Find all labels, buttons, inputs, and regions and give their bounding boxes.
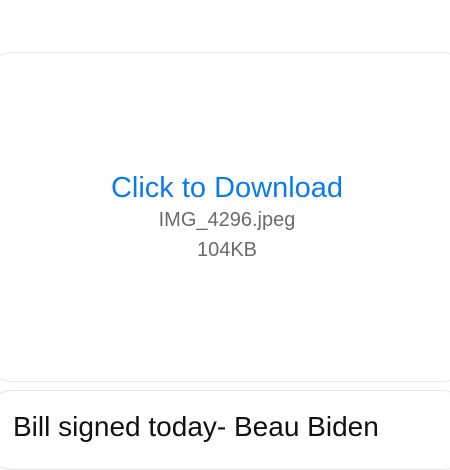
message-bubble: Bill signed today- Beau Biden xyxy=(0,390,450,470)
download-link[interactable]: Click to Download xyxy=(111,171,343,205)
message-text: Bill signed today- Beau Biden xyxy=(13,411,379,442)
attachment-card[interactable]: Click to Download IMG_4296.jpeg 104KB xyxy=(0,52,450,382)
file-name: IMG_4296.jpeg xyxy=(158,209,296,231)
file-size: 104KB xyxy=(196,239,258,261)
